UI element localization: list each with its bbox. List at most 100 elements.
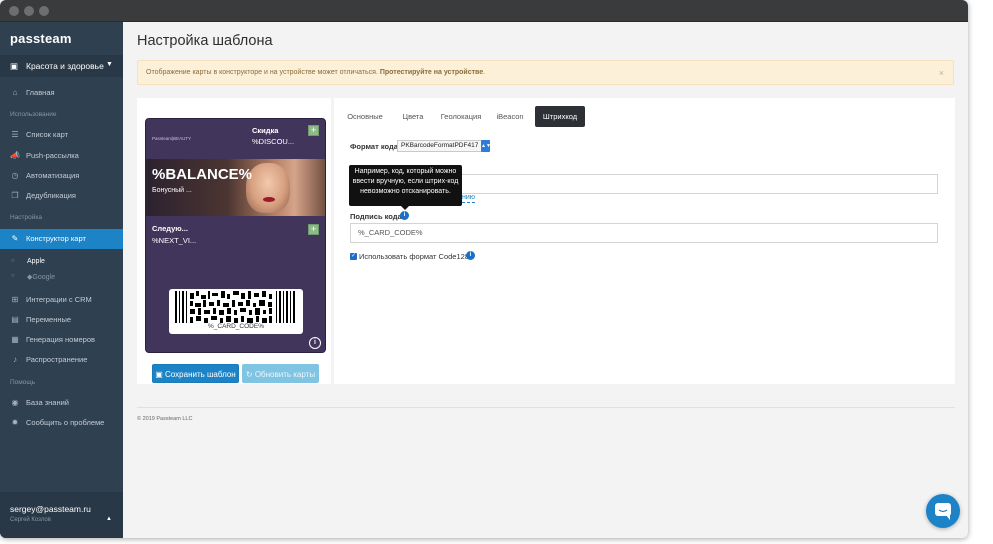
logo[interactable]: passteam xyxy=(10,31,72,46)
sidebar-item-label: Автоматизация xyxy=(26,171,80,180)
caption-input[interactable]: %_CARD_CODE% xyxy=(350,223,938,243)
header-field-value: %DISCOU... xyxy=(252,137,295,146)
refresh-icon: ↻ xyxy=(245,370,255,379)
sidebar-item-label: База знаний xyxy=(26,398,69,407)
user-menu[interactable]: sergey@passteam.ru Сергей Козлов ▲ xyxy=(0,492,123,538)
main-content: Настройка шаблона Отображение карты в ко… xyxy=(123,22,968,538)
secondary-field-label: Следую... xyxy=(152,224,188,233)
add-secondary-field-icon[interactable]: + xyxy=(308,224,319,235)
settings-panel: Основные Цвета Геолокация iBeacon Штрихк… xyxy=(334,98,955,384)
radio-bullet-icon: ○ xyxy=(11,273,15,279)
apple-label: Apple xyxy=(27,258,45,265)
th-icon: ▦ xyxy=(11,335,19,344)
section-usage: Использование xyxy=(10,111,57,118)
sidebar-item-number-gen[interactable]: ▦ Генерация номеров xyxy=(0,330,123,350)
app-window: passteam ▣ Красота и здоровье ▼ ⌂ Главна… xyxy=(0,0,968,538)
card-brand-logo: Passteam|BEAUTY xyxy=(152,136,192,141)
model-face-image xyxy=(246,163,290,213)
caret-up-icon: ▲ xyxy=(106,516,112,522)
chat-bubble-icon xyxy=(935,503,951,520)
sidebar-item-report-problem[interactable]: ✹ Сообщить о проблеме xyxy=(0,413,123,433)
sidebar-item-card-builder[interactable]: ✎ Конструктор карт xyxy=(0,229,123,249)
window-titlebar xyxy=(0,0,968,22)
select-arrows-icon: ▲▼ xyxy=(481,140,491,152)
test-on-device-link[interactable]: Протестируйте на устройстве xyxy=(380,69,483,76)
copyright: © 2019 Passteam LLC xyxy=(137,416,193,422)
list-icon: ☰ xyxy=(11,130,19,139)
sidebar-item-label: Список карт xyxy=(26,130,69,139)
sidebar-item-label: Интеграции с CRM xyxy=(26,295,92,304)
category-label: Красота и здоровье xyxy=(26,61,104,71)
copy-icon: ❐ xyxy=(11,191,19,200)
tab-colors[interactable]: Цвета xyxy=(394,106,432,127)
clock-icon: ◷ xyxy=(11,171,19,180)
code128-label: Использовать формат Code128 xyxy=(359,252,469,261)
chat-button[interactable] xyxy=(926,494,960,528)
close-window-icon[interactable] xyxy=(9,6,19,16)
footer-divider xyxy=(137,407,955,408)
section-help: Помощь xyxy=(10,379,36,386)
tab-geolocation[interactable]: Геолокация xyxy=(436,106,486,127)
cog-icon: ✹ xyxy=(11,418,19,427)
info-icon[interactable]: i xyxy=(466,251,475,260)
sidebar: passteam ▣ Красота и здоровье ▼ ⌂ Главна… xyxy=(0,22,123,538)
category-selector[interactable]: ▣ Красота и здоровье ▼ xyxy=(0,55,123,77)
bell-icon: ♪ xyxy=(13,355,17,364)
info-icon[interactable]: i xyxy=(400,211,409,220)
sub-item-google[interactable]: ○ ◆Google xyxy=(0,270,123,284)
tab-barcode[interactable]: Штрихкод xyxy=(535,106,585,127)
add-header-field-icon[interactable]: + xyxy=(308,125,319,136)
minimize-window-icon[interactable] xyxy=(24,6,34,16)
alert-message: Отображение карты в конструкторе и на ус… xyxy=(146,69,486,76)
secondary-field-value: %NEXT_VI... xyxy=(152,236,197,245)
google-label: ◆Google xyxy=(27,274,55,281)
sidebar-item-label: Распространение xyxy=(26,355,88,364)
model-lips-image xyxy=(263,197,275,202)
barcode: %_CARD_CODE% xyxy=(169,289,303,334)
caption-label: Подпись кода: xyxy=(350,212,405,221)
tab-ibeacon[interactable]: iBeacon xyxy=(489,106,531,127)
warning-alert: Отображение карты в конструкторе и на ус… xyxy=(137,60,954,85)
refresh-cards-button[interactable]: ↻ Обновить карты xyxy=(242,364,319,383)
barcode-text: %_CARD_CODE% xyxy=(208,323,264,330)
user-name: Сергей Козлов xyxy=(10,517,51,523)
sidebar-item-label: Переменные xyxy=(26,315,72,324)
card-strip-image: %BALANCE% Бонусный ... xyxy=(146,159,325,216)
card-preview-panel: Passteam|BEAUTY Скидка %DISCOU... + %BAL… xyxy=(137,98,331,384)
pdf417-barcode-icon xyxy=(175,291,295,323)
code128-checkbox[interactable]: ✓ xyxy=(350,253,357,260)
globe-icon: ◉ xyxy=(11,398,19,407)
sidebar-item-knowledge-base[interactable]: ◉ База знаний xyxy=(0,393,123,413)
close-icon[interactable]: × xyxy=(939,68,944,78)
sidebar-item-push[interactable]: 📣 Push-рассылка xyxy=(0,146,123,166)
tab-basic[interactable]: Основные xyxy=(343,106,387,127)
tooltip-arrow xyxy=(401,206,409,210)
sidebar-item-label: Push-рассылка xyxy=(26,151,79,160)
sidebar-item-label: Сообщить о проблеме xyxy=(26,418,105,427)
section-settings: Настройка xyxy=(10,214,42,221)
sub-item-apple[interactable]: ○ Apple xyxy=(0,255,123,269)
card-back-info-icon[interactable]: i xyxy=(309,337,321,349)
bullhorn-icon: 📣 xyxy=(10,151,20,160)
sidebar-item-label: Генерация номеров xyxy=(26,335,95,344)
sidebar-item-crm[interactable]: ⊞ Интеграции с CRM xyxy=(0,290,123,310)
brush-icon: ✎ xyxy=(11,234,19,243)
sidebar-item-card-list[interactable]: ☰ Список карт xyxy=(0,125,123,145)
maximize-window-icon[interactable] xyxy=(39,6,49,16)
caret-down-icon: ▼ xyxy=(106,61,113,68)
sidebar-item-label: Конструктор карт xyxy=(26,234,86,243)
sidebar-item-distribution[interactable]: ♪ Распространение xyxy=(0,350,123,370)
format-select[interactable]: PKBarcodeFormatPDF417 ▲▼ xyxy=(397,140,491,152)
header-field-label: Скидка xyxy=(252,126,279,135)
sidebar-item-home[interactable]: ⌂ Главная xyxy=(0,83,123,103)
tooltip: Например, код, который можно ввести вруч… xyxy=(349,165,462,206)
page-title: Настройка шаблона xyxy=(137,33,273,49)
save-template-button[interactable]: ▣ Сохранить шаблон xyxy=(152,364,239,383)
sidebar-item-dedup[interactable]: ❐ Дедубликация xyxy=(0,186,123,206)
sidebar-item-automation[interactable]: ◷ Автоматизация xyxy=(0,166,123,186)
user-email: sergey@passteam.ru xyxy=(10,504,91,514)
variables-link[interactable]: нию xyxy=(462,194,476,203)
sidebar-item-variables[interactable]: ▤ Переменные xyxy=(0,310,123,330)
home-icon: ⌂ xyxy=(12,88,18,97)
card-preview: Passteam|BEAUTY Скидка %DISCOU... + %BAL… xyxy=(145,118,326,353)
